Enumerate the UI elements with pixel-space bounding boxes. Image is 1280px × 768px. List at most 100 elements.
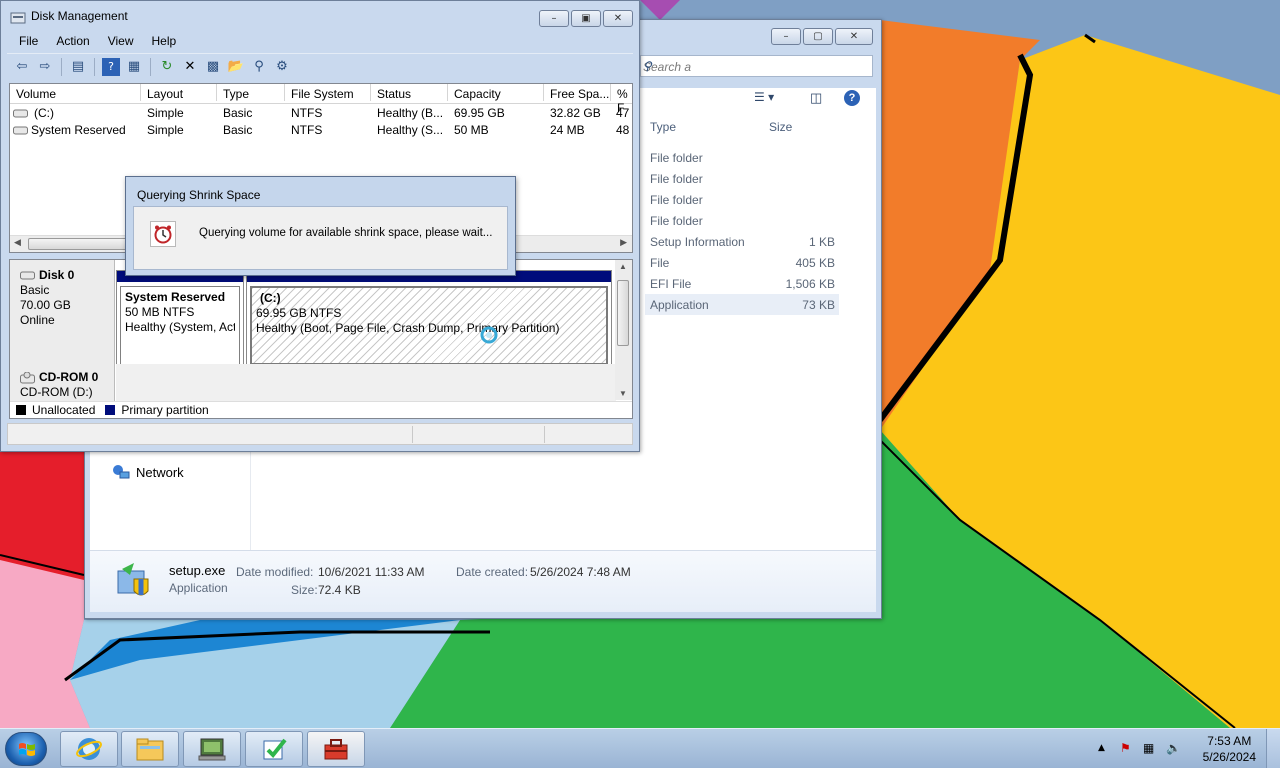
nav-item-network[interactable]: Network: [112, 464, 184, 480]
help-icon[interactable]: ?: [844, 90, 860, 106]
legend: Unallocated Primary partition: [10, 401, 632, 418]
close-button[interactable]: ✕: [603, 10, 633, 27]
volume-muted-icon[interactable]: 🔈: [1166, 741, 1181, 755]
column-header-type[interactable]: Type: [216, 84, 284, 101]
restore-button[interactable]: ▣: [571, 10, 601, 27]
menu-action[interactable]: Action: [44, 31, 95, 51]
network-status-icon[interactable]: ▦: [1143, 741, 1154, 755]
minimize-button[interactable]: –: [771, 28, 801, 45]
table-row[interactable]: System Reserved Simple Basic NTFS Health…: [10, 122, 632, 139]
file-row[interactable]: File folder: [645, 210, 839, 231]
disk-management-icon: [10, 12, 26, 24]
primary-partition-swatch: [105, 405, 116, 415]
column-header-percent-free[interactable]: % F: [610, 84, 632, 115]
taskbar-file-explorer[interactable]: [121, 731, 179, 767]
partition-status: Healthy (Boot, Page File, Crash Dump, Pr…: [256, 321, 560, 335]
help-icon[interactable]: ?: [102, 57, 120, 76]
file-type: File: [650, 256, 670, 270]
back-icon[interactable]: ⇦: [13, 58, 31, 76]
change-view-icon[interactable]: ☰ ▾: [754, 90, 774, 104]
column-header-size[interactable]: Size: [769, 120, 792, 134]
legend-primary: Primary partition: [121, 403, 209, 417]
partition-system-reserved[interactable]: System Reserved 50 MB NTFS Healthy (Syst…: [116, 270, 244, 370]
internet-explorer-icon: [76, 738, 102, 760]
scroll-thumb[interactable]: [617, 280, 629, 346]
properties-list-icon[interactable]: ▦: [125, 58, 143, 76]
file-row[interactable]: File folder: [645, 147, 839, 168]
file-row[interactable]: Setup Information 1 KB: [645, 231, 839, 252]
taskbar-toolbox[interactable]: [307, 731, 365, 767]
maximize-button[interactable]: ▢: [803, 28, 833, 45]
file-size: 1 KB: [808, 235, 835, 249]
column-header-file-system[interactable]: File System: [284, 84, 370, 101]
file-size: 1,506 KB: [785, 277, 835, 291]
menu-file[interactable]: File: [7, 31, 44, 51]
volume-type: Basic: [223, 123, 253, 137]
start-button[interactable]: [5, 732, 47, 766]
show-hidden-icons-icon[interactable]: ▲: [1098, 743, 1105, 753]
open-folder-icon[interactable]: 📂: [227, 58, 245, 76]
file-type: File folder: [650, 151, 703, 165]
partition-name: (C:): [260, 291, 281, 305]
close-button[interactable]: ✕: [835, 28, 873, 45]
settings-icon[interactable]: ⚙: [273, 58, 291, 76]
network-icon: [113, 465, 130, 479]
scroll-up-icon[interactable]: ▲: [619, 262, 627, 271]
column-header-layout[interactable]: Layout: [140, 84, 216, 101]
search-icon[interactable]: ⚲: [643, 59, 866, 73]
details-modified-value: 10/6/2021 11:33 AM: [318, 565, 425, 579]
menu-view[interactable]: View: [96, 31, 140, 51]
taskbar-setup[interactable]: [245, 731, 303, 767]
show-desktop-button[interactable]: [1266, 729, 1280, 768]
delete-icon[interactable]: ✕: [181, 58, 199, 76]
disk-0-partitions: System Reserved 50 MB NTFS Healthy (Syst…: [116, 270, 616, 370]
scroll-right-icon[interactable]: ▶: [620, 237, 627, 248]
search-input[interactable]: Search a ⚲: [640, 55, 873, 77]
partition-c-drive[interactable]: (C:) 69.95 GB NTFS Healthy (Boot, Page F…: [246, 270, 612, 370]
table-row[interactable]: (C:) Simple Basic NTFS Healthy (B... 69.…: [10, 105, 632, 122]
dialog-title: Querying Shrink Space: [137, 188, 261, 202]
taskbar-computer-management[interactable]: [183, 731, 241, 767]
column-header-capacity[interactable]: Capacity: [447, 84, 543, 101]
file-row[interactable]: File 405 KB: [645, 252, 839, 273]
column-header-status[interactable]: Status: [370, 84, 447, 101]
properties-icon[interactable]: ▩: [204, 58, 222, 76]
details-pane: setup.exe Application Date modified: 10/…: [90, 550, 876, 612]
clock[interactable]: 7:53 AM 5/26/2024: [1203, 733, 1256, 765]
preview-pane-icon[interactable]: ◫: [810, 90, 822, 106]
file-row-selected[interactable]: Application 73 KB: [645, 294, 839, 315]
column-header-type[interactable]: Type: [650, 120, 676, 134]
console-tree-icon[interactable]: ▤: [69, 58, 87, 76]
forward-icon[interactable]: ⇨: [36, 58, 54, 76]
file-row[interactable]: File folder: [645, 189, 839, 210]
column-header-volume[interactable]: Volume: [10, 84, 140, 101]
volume-status: Healthy (B...: [377, 106, 444, 120]
refresh-icon[interactable]: ↻: [158, 58, 176, 76]
vertical-scrollbar[interactable]: ▲ ▼: [615, 260, 632, 400]
column-header-free-space[interactable]: Free Spa...: [543, 84, 610, 101]
setup-exe-icon: [117, 563, 149, 596]
scroll-down-icon[interactable]: ▼: [619, 389, 627, 398]
taskbar-internet-explorer[interactable]: [60, 731, 118, 767]
volume-name: System Reserved: [31, 123, 126, 137]
file-row[interactable]: EFI File 1,506 KB: [645, 273, 839, 294]
disk-management-titlebar[interactable]: Disk Management – ▣ ✕: [1, 1, 639, 29]
toolbar: ⇦ ⇨ ▤ ? ▦ ↻ ✕ ▩ 📂 ⚲ ⚙: [7, 53, 633, 79]
menu-help[interactable]: Help: [140, 31, 183, 51]
volume-layout: Simple: [147, 106, 184, 120]
cdrom-0-label[interactable]: CD-ROM 0 CD-ROM (D:): [10, 364, 115, 404]
partition-size: 69.95 GB NTFS: [256, 306, 342, 320]
details-modified-label: Date modified:: [236, 565, 314, 579]
disk-0-label[interactable]: Disk 0 Basic 70.00 GB Online: [10, 260, 115, 364]
file-size: 405 KB: [795, 256, 835, 270]
taskbar: ▲ ⚑ ▦ 🔈 7:53 AM 5/26/2024: [0, 728, 1280, 768]
minimize-button[interactable]: –: [539, 10, 569, 27]
nav-pane-divider[interactable]: [250, 450, 251, 552]
legend-unallocated: Unallocated: [32, 403, 96, 417]
action-center-icon[interactable]: ⚑: [1120, 741, 1131, 755]
search-icon[interactable]: ⚲: [250, 58, 268, 76]
scroll-left-icon[interactable]: ◀: [14, 237, 21, 248]
volume-percent-free: 47: [616, 106, 630, 120]
file-row[interactable]: File folder: [645, 168, 839, 189]
status-bar: [7, 423, 633, 445]
